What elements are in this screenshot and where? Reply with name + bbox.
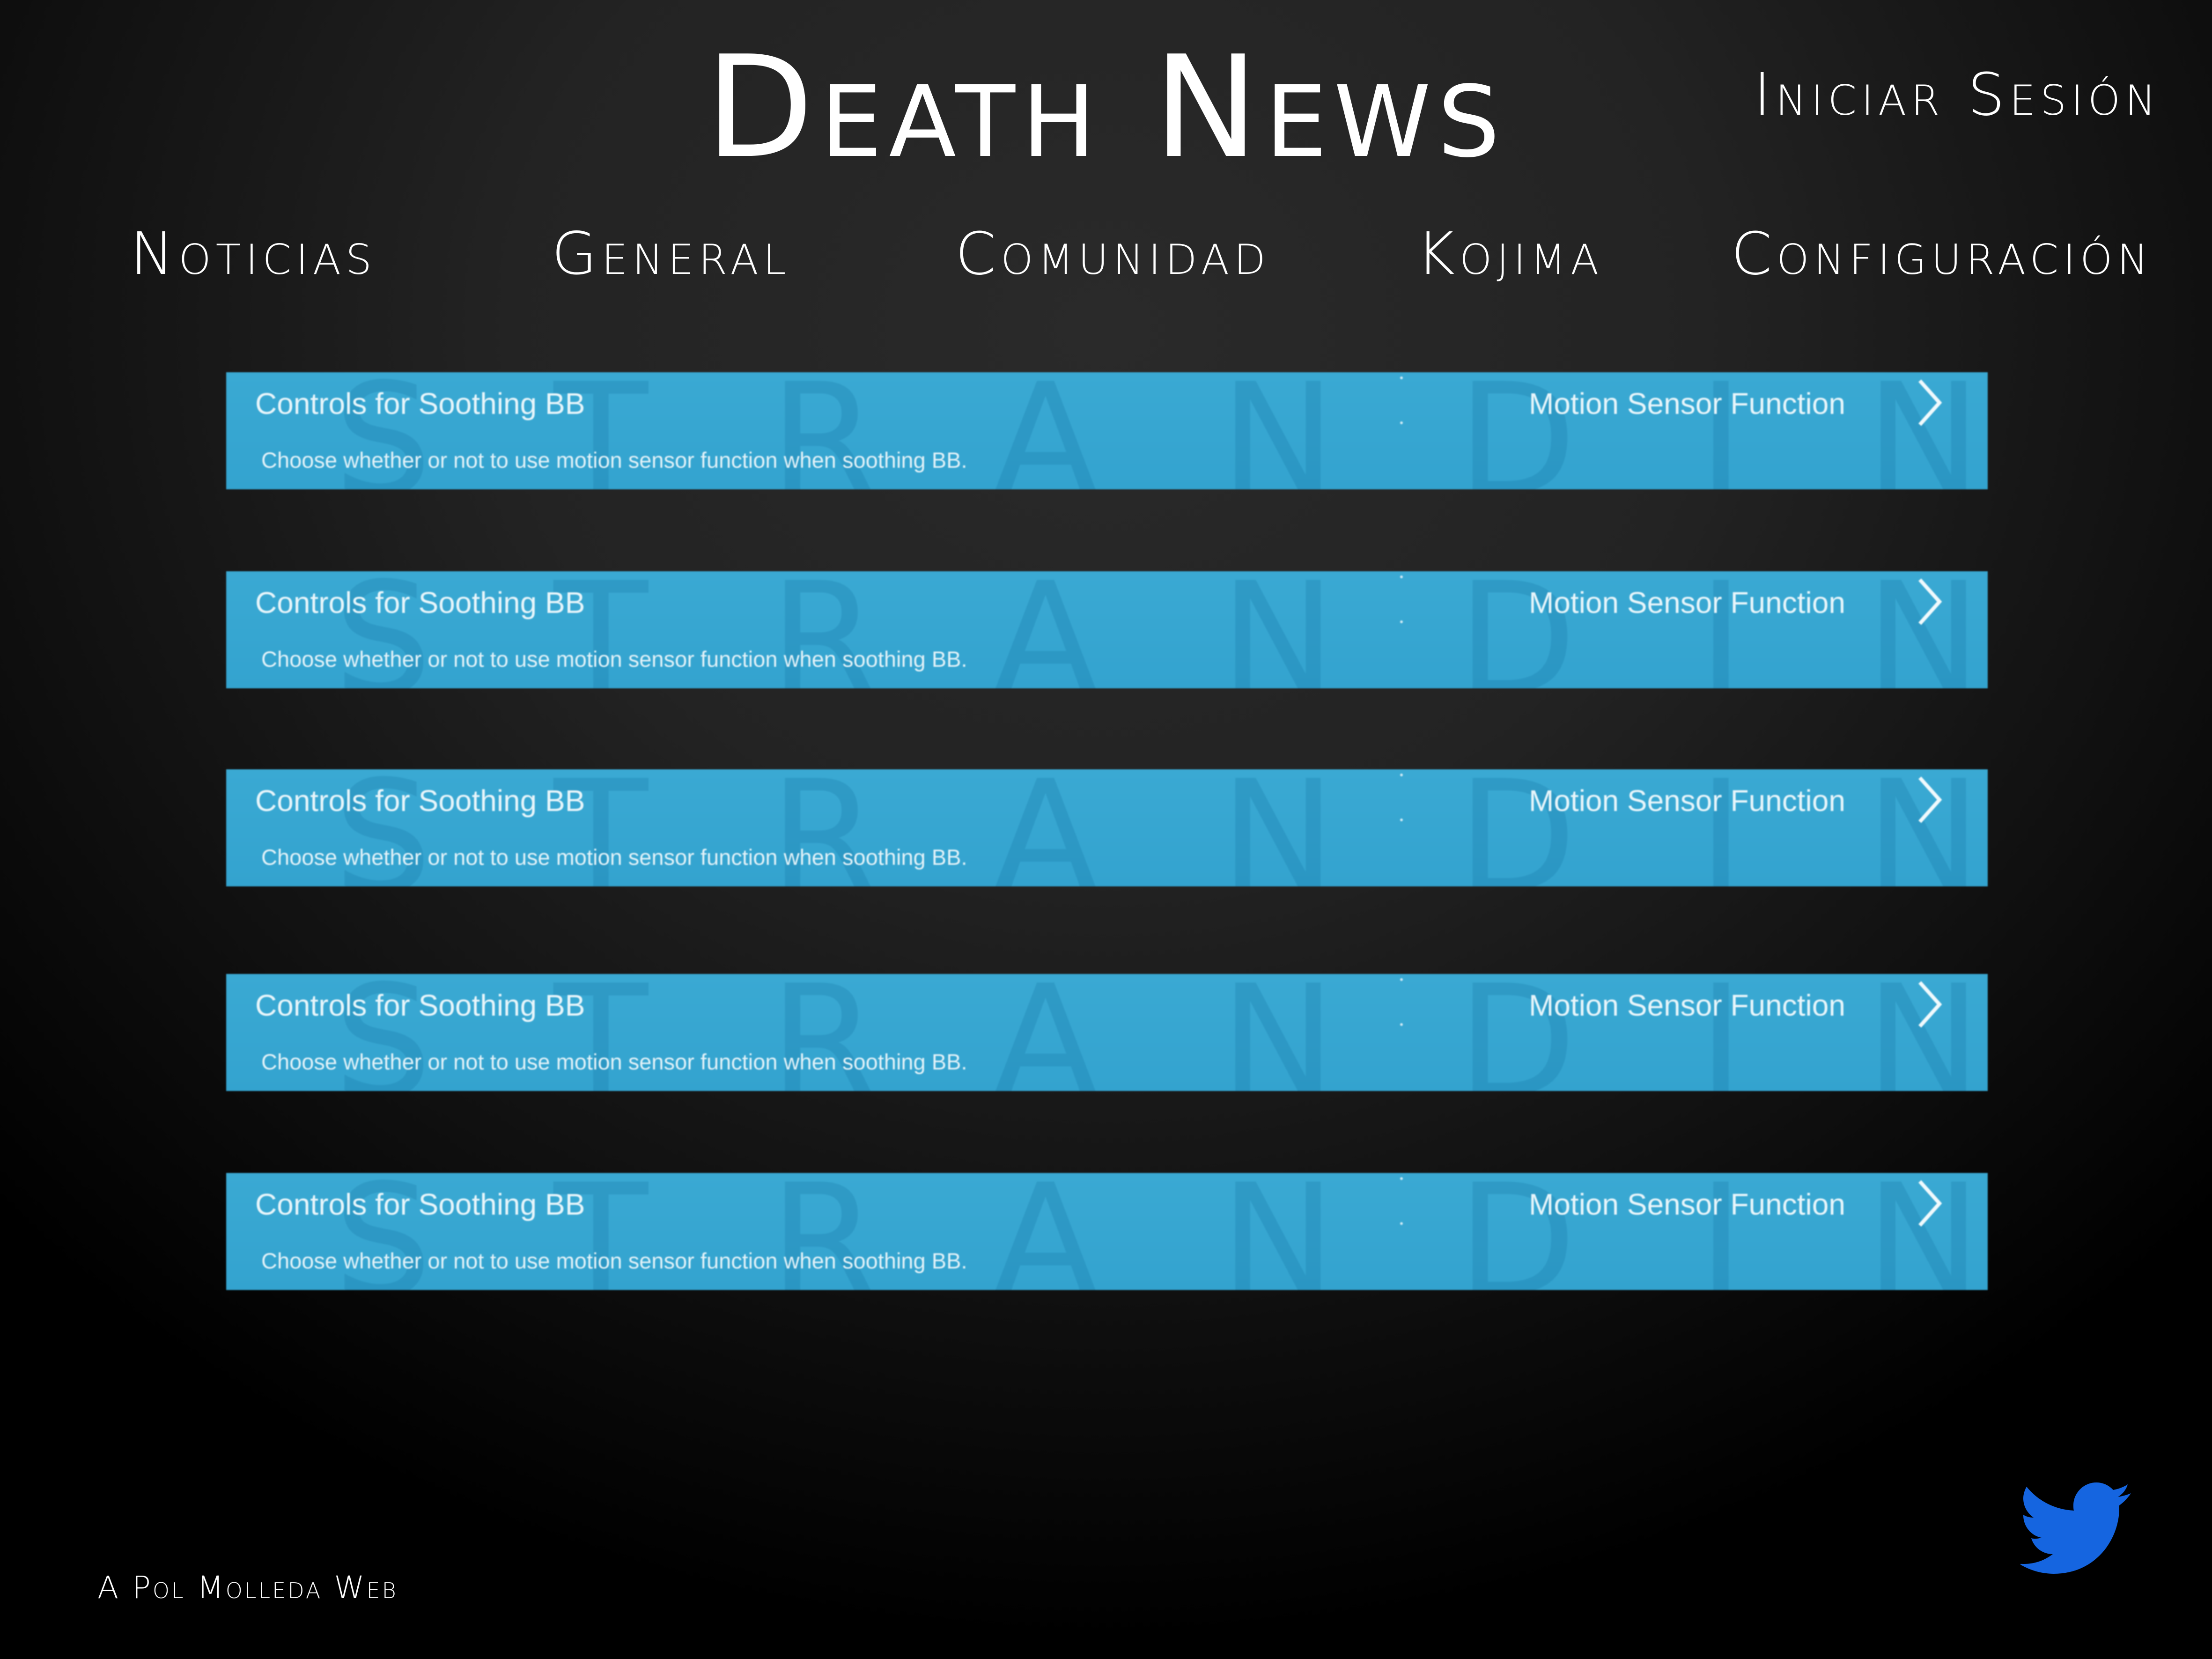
chevron-right-icon[interactable] [1915,576,1943,627]
card-title: Controls for Soothing BB [255,1187,585,1221]
nav-item-general[interactable]: General [552,225,791,283]
card-dots [1400,376,1403,424]
chevron-right-icon[interactable] [1915,979,1943,1030]
login-link[interactable]: Iniciar Sesión [1754,66,2160,124]
card-label: Motion Sensor Function [1529,784,1845,818]
chevron-right-icon[interactable] [1915,377,1943,428]
card-description: Choose whether or not to use motion sens… [261,1049,967,1074]
news-card[interactable]: STRANDING Controls for Soothing BB Motio… [226,769,1988,886]
card-label: Motion Sensor Function [1529,586,1845,619]
card-description: Choose whether or not to use motion sens… [261,448,967,472]
footer-credit: A Pol Molleda Web [97,1570,398,1606]
card-dots [1400,1177,1403,1225]
card-dots [1400,575,1403,623]
card-title: Controls for Soothing BB [255,988,585,1022]
card-title: Controls for Soothing BB [255,387,585,420]
card-dots [1400,774,1403,821]
news-card[interactable]: STRANDING Controls for Soothing BB Motio… [226,372,1988,489]
nav-item-comunidad[interactable]: Comunidad [955,225,1270,283]
card-label: Motion Sensor Function [1529,387,1845,420]
chevron-right-icon[interactable] [1915,774,1943,826]
nav-item-configuracion[interactable]: Configuración [1731,225,2153,283]
card-label: Motion Sensor Function [1529,1187,1845,1221]
twitter-bird-icon[interactable] [2020,1482,2133,1576]
chevron-right-icon[interactable] [1915,1178,1943,1229]
card-title: Controls for Soothing BB [255,586,585,619]
card-label: Motion Sensor Function [1529,988,1845,1022]
news-card[interactable]: STRANDING Controls for Soothing BB Motio… [226,974,1988,1091]
card-description: Choose whether or not to use motion sens… [261,845,967,870]
card-description: Choose whether or not to use motion sens… [261,647,967,671]
card-dots [1400,978,1403,1026]
nav-item-kojima[interactable]: Kojima [1416,225,1603,283]
card-title: Controls for Soothing BB [255,784,585,818]
news-card[interactable]: STRANDING Controls for Soothing BB Motio… [226,1173,1988,1290]
card-description: Choose whether or not to use motion sens… [261,1248,967,1273]
main-nav: Noticias General Comunidad Kojima Config… [0,225,2212,290]
nav-item-noticias[interactable]: Noticias [130,225,376,283]
news-card[interactable]: STRANDING Controls for Soothing BB Motio… [226,571,1988,688]
